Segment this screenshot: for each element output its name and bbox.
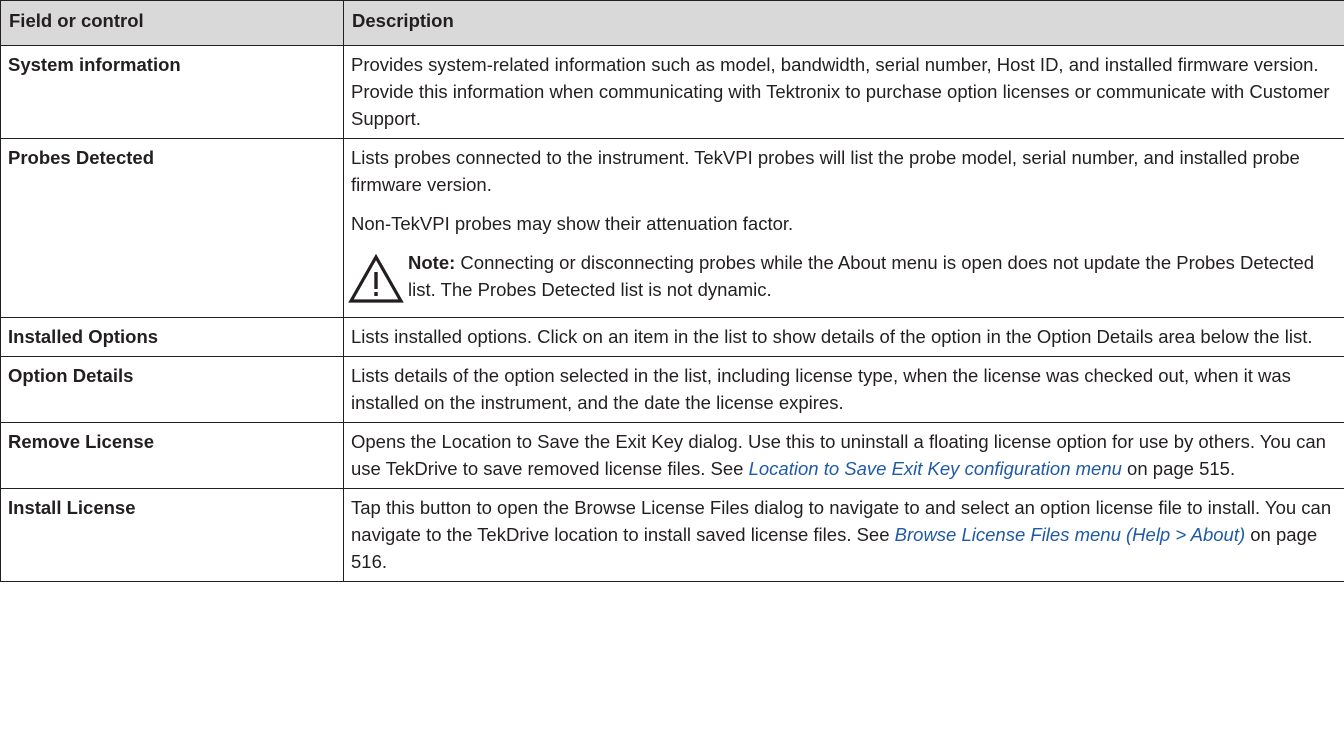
link-browse-license-files[interactable]: Browse License Files menu (Help > About) — [895, 524, 1245, 545]
field-install-license: Install License — [0, 488, 344, 582]
field-remove-license: Remove License — [0, 422, 344, 489]
column-header-description: Description — [343, 0, 1344, 46]
field-option-details: Option Details — [0, 356, 344, 423]
description-text: Lists details of the option selected in … — [351, 365, 1291, 413]
note-label: Note: — [408, 252, 456, 273]
description-install-license: Tap this button to open the Browse Licen… — [343, 488, 1344, 582]
link-location-to-save-exit-key[interactable]: Location to Save Exit Key configuration … — [749, 458, 1122, 479]
description-text: Lists installed options. Click on an ite… — [351, 326, 1313, 347]
column-header-field: Field or control — [0, 0, 344, 46]
table-row: Installed Options Lists installed option… — [0, 317, 1344, 357]
description-text: Provides system-related information such… — [351, 54, 1330, 129]
field-description-table: Field or control Description System info… — [0, 0, 1344, 582]
table-row: Remove License Opens the Location to Sav… — [0, 422, 1344, 489]
description-installed-options: Lists installed options. Click on an ite… — [343, 317, 1344, 357]
description-text: Tap this button to open the Browse Licen… — [351, 494, 1338, 575]
description-probes-detected: Lists probes connected to the instrument… — [343, 138, 1344, 318]
description-option-details: Lists details of the option selected in … — [343, 356, 1344, 423]
warning-triangle-icon — [348, 253, 408, 311]
description-system-information: Provides system-related information such… — [343, 45, 1344, 139]
table-row: System information Provides system-relat… — [0, 45, 1344, 139]
note-text: Note: Connecting or disconnecting probes… — [408, 249, 1338, 303]
field-installed-options: Installed Options — [0, 317, 344, 357]
description-text: Lists probes connected to the instrument… — [351, 147, 1300, 195]
table-row: Option Details Lists details of the opti… — [0, 356, 1344, 423]
description-text: Opens the Location to Save the Exit Key … — [351, 428, 1338, 482]
table-row: Install License Tap this button to open … — [0, 488, 1344, 582]
note-body: Connecting or disconnecting probes while… — [408, 252, 1315, 300]
note-block: Note: Connecting or disconnecting probes… — [348, 249, 1338, 311]
description-text-post: on page 515. — [1121, 458, 1236, 479]
table-row: Probes Detected Lists probes connected t… — [0, 138, 1344, 318]
field-system-information: System information — [0, 45, 344, 139]
description-remove-license: Opens the Location to Save the Exit Key … — [343, 422, 1344, 489]
table-header-row: Field or control Description — [0, 0, 1344, 46]
description-text-secondary: Non-TekVPI probes may show their attenua… — [351, 213, 794, 234]
field-probes-detected: Probes Detected — [0, 138, 344, 318]
